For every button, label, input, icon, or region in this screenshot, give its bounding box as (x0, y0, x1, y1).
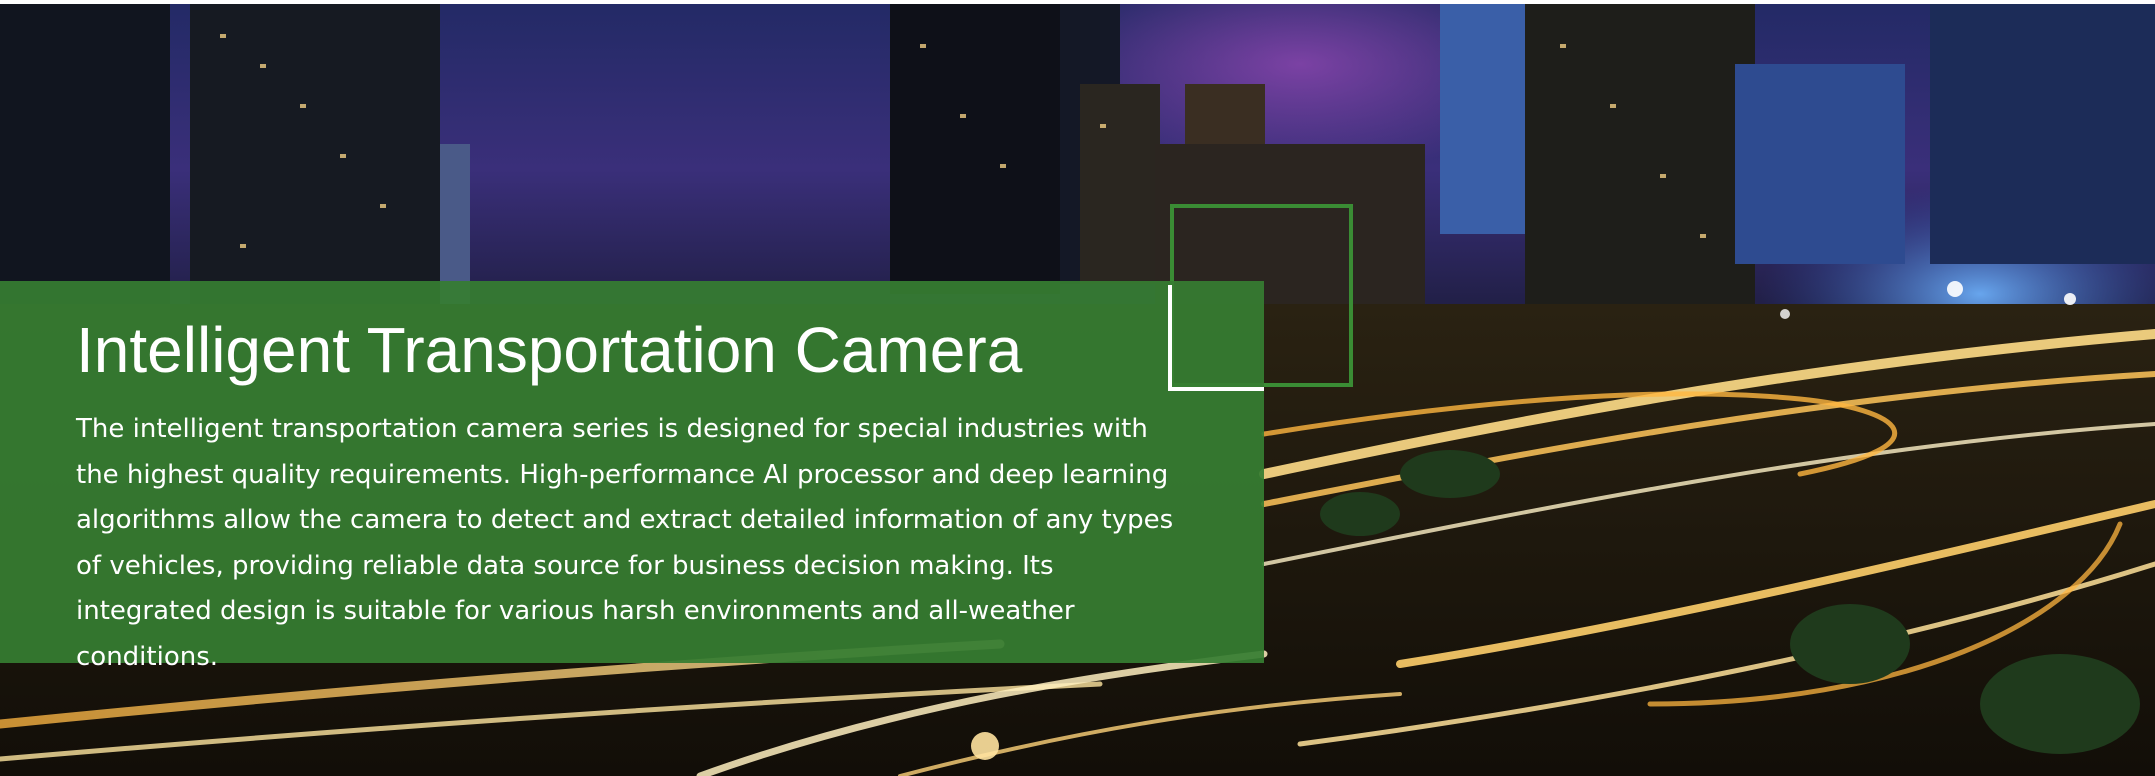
hero-banner: Intelligent Transportation Camera The in… (0, 4, 2155, 776)
product-description: The intelligent transportation camera se… (76, 414, 1174, 672)
page-title: Intelligent Transportation Camera (76, 314, 1023, 386)
